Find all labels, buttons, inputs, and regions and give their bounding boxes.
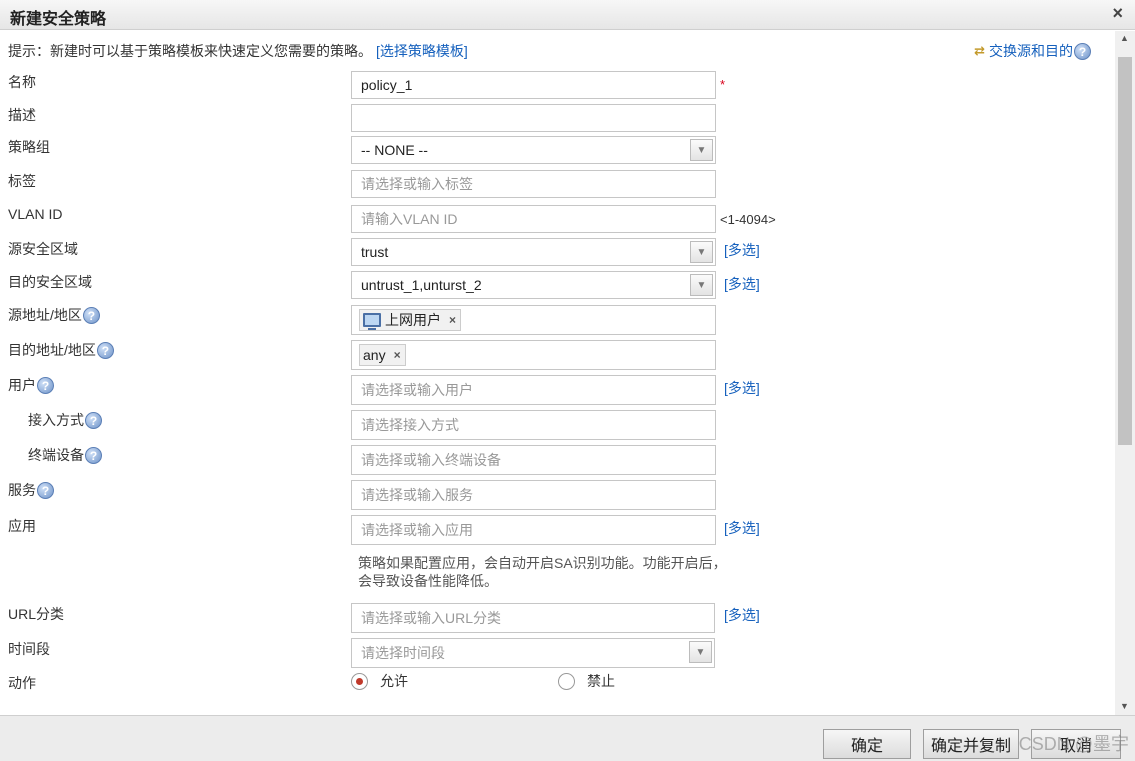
src-address-tag: 上网用户 × (359, 309, 462, 331)
policy-group-select[interactable]: -- NONE -- ▼ (351, 136, 716, 164)
application-input[interactable]: 请选择或输入应用 (351, 515, 716, 545)
radio-unchecked-icon (558, 672, 575, 690)
action-allow-label: 允许 (380, 673, 408, 689)
help-icon[interactable]: ? (37, 481, 54, 499)
time-range-placeholder: 请选择时间段 (361, 645, 445, 661)
user-label: 用户? (8, 375, 54, 395)
action-deny-radio[interactable]: 禁止 (558, 671, 615, 691)
chevron-down-icon[interactable]: ▼ (690, 274, 713, 296)
src-address-label: 源地址/地区? (8, 305, 100, 325)
terminal-input[interactable]: 请选择或输入终端设备 (351, 445, 716, 475)
help-icon[interactable]: ? (85, 411, 102, 429)
src-zone-label: 源安全区域 (8, 241, 78, 257)
close-icon[interactable]: × (1112, 3, 1123, 24)
tag-label: 标签 (8, 173, 36, 189)
vertical-scrollbar[interactable]: ▲ ▼ (1115, 31, 1135, 715)
chevron-down-icon[interactable]: ▼ (690, 139, 713, 161)
url-category-label: URL分类 (8, 606, 65, 622)
action-label: 动作 (8, 675, 36, 691)
remove-tag-icon[interactable]: × (449, 313, 456, 327)
description-label: 描述 (8, 107, 36, 123)
url-category-input[interactable]: 请选择或输入URL分类 (351, 603, 715, 633)
ok-button[interactable]: 确定 (823, 729, 911, 759)
tag-input[interactable]: 请选择或输入标签 (351, 170, 716, 198)
dst-address-tag: any × (359, 344, 406, 366)
dialog-titlebar: 新建安全策略 × (0, 0, 1135, 30)
hint-text: 提示：新建时可以基于策略模板来快速定义您需要的策略。 [选择策略模板] (8, 41, 468, 61)
dst-address-input[interactable]: any × (351, 340, 716, 370)
dst-zone-multiselect-link[interactable]: [多选] (724, 274, 760, 294)
help-icon[interactable]: ? (82, 306, 100, 324)
scroll-down-icon[interactable]: ▼ (1120, 701, 1129, 711)
help-icon[interactable]: ? (37, 376, 54, 394)
action-allow-radio[interactable]: 允许 (351, 671, 408, 691)
policy-group-label: 策略组 (8, 139, 50, 155)
dialog-footer: 确定 确定并复制 取消 CSDN @墨宇 (0, 715, 1135, 761)
chevron-down-icon[interactable]: ▼ (690, 241, 713, 263)
user-multiselect-link[interactable]: [多选] (724, 378, 760, 398)
service-input[interactable]: 请选择或输入服务 (351, 480, 716, 510)
user-label-text: 用户 (8, 377, 36, 393)
name-input[interactable]: policy_1 (351, 71, 716, 99)
access-mode-input[interactable]: 请选择接入方式 (351, 410, 716, 440)
terminal-label: 终端设备? (28, 445, 102, 465)
action-deny-label: 禁止 (587, 673, 615, 689)
vlan-label: VLAN ID (8, 206, 63, 222)
help-icon[interactable]: ? (96, 341, 114, 359)
src-address-input[interactable]: 上网用户 × (351, 305, 716, 335)
src-zone-select[interactable]: trust ▼ (351, 238, 716, 266)
description-input[interactable] (351, 104, 716, 132)
time-range-label: 时间段 (8, 641, 50, 657)
required-mark: * (720, 77, 726, 92)
swap-label: 交换源和目的 (989, 43, 1073, 59)
chevron-down-icon[interactable]: ▼ (689, 641, 712, 663)
computer-icon (363, 313, 381, 330)
dst-zone-value: untrust_1,unturst_2 (361, 277, 482, 293)
service-label: 服务? (8, 480, 54, 500)
policy-group-value: -- NONE -- (361, 142, 428, 158)
new-security-policy-dialog: 新建安全策略 × 提示：新建时可以基于策略模板来快速定义您需要的策略。 [选择策略… (0, 0, 1135, 761)
remove-tag-icon[interactable]: × (394, 348, 401, 362)
name-label: 名称 (8, 74, 36, 90)
hint-message: 提示：新建时可以基于策略模板来快速定义您需要的策略。 (8, 43, 372, 59)
ok-and-copy-button[interactable]: 确定并复制 (923, 729, 1019, 759)
vlan-range-hint: <1-4094> (720, 212, 776, 227)
dialog-title: 新建安全策略 (10, 11, 107, 28)
url-category-multiselect-link[interactable]: [多选] (724, 605, 760, 625)
radio-checked-icon (351, 672, 368, 690)
vlan-input[interactable]: 请输入VLAN ID (351, 205, 716, 233)
dst-address-tag-text: any (363, 347, 386, 363)
dst-zone-label: 目的安全区域 (8, 274, 92, 290)
dst-address-label: 目的地址/地区? (8, 340, 114, 360)
src-address-tag-text: 上网用户 (385, 312, 441, 328)
terminal-label-text: 终端设备 (28, 447, 84, 463)
form-content: 提示：新建时可以基于策略模板来快速定义您需要的策略。 [选择策略模板] ⇄ 交换源… (0, 31, 1115, 715)
access-mode-label-text: 接入方式 (28, 412, 84, 428)
dst-zone-select[interactable]: untrust_1,unturst_2 ▼ (351, 271, 716, 299)
time-range-select[interactable]: 请选择时间段 ▼ (351, 638, 715, 668)
swap-arrows-icon: ⇄ (974, 43, 985, 58)
access-mode-label: 接入方式? (28, 410, 102, 430)
src-address-label-text: 源地址/地区 (8, 307, 82, 323)
src-zone-multiselect-link[interactable]: [多选] (724, 240, 760, 260)
watermark: CSDN @墨宇 (1018, 734, 1129, 754)
user-input[interactable]: 请选择或输入用户 (351, 375, 716, 405)
swap-src-dst-link[interactable]: ⇄ 交换源和目的 ? (974, 41, 1091, 61)
dst-address-label-text: 目的地址/地区 (8, 342, 96, 358)
application-note: 策略如果配置应用，会自动开启SA识别功能。功能开启后，会导致设备性能降低。 (358, 555, 727, 589)
help-icon[interactable]: ? (1074, 42, 1091, 60)
scroll-up-icon[interactable]: ▲ (1120, 33, 1129, 43)
service-label-text: 服务 (8, 482, 36, 498)
select-template-link[interactable]: [选择策略模板] (376, 43, 468, 59)
help-icon[interactable]: ? (85, 446, 102, 464)
scrollbar-thumb[interactable] (1118, 57, 1132, 445)
src-zone-value: trust (361, 244, 389, 260)
application-multiselect-link[interactable]: [多选] (724, 518, 760, 538)
application-label: 应用 (8, 518, 36, 534)
